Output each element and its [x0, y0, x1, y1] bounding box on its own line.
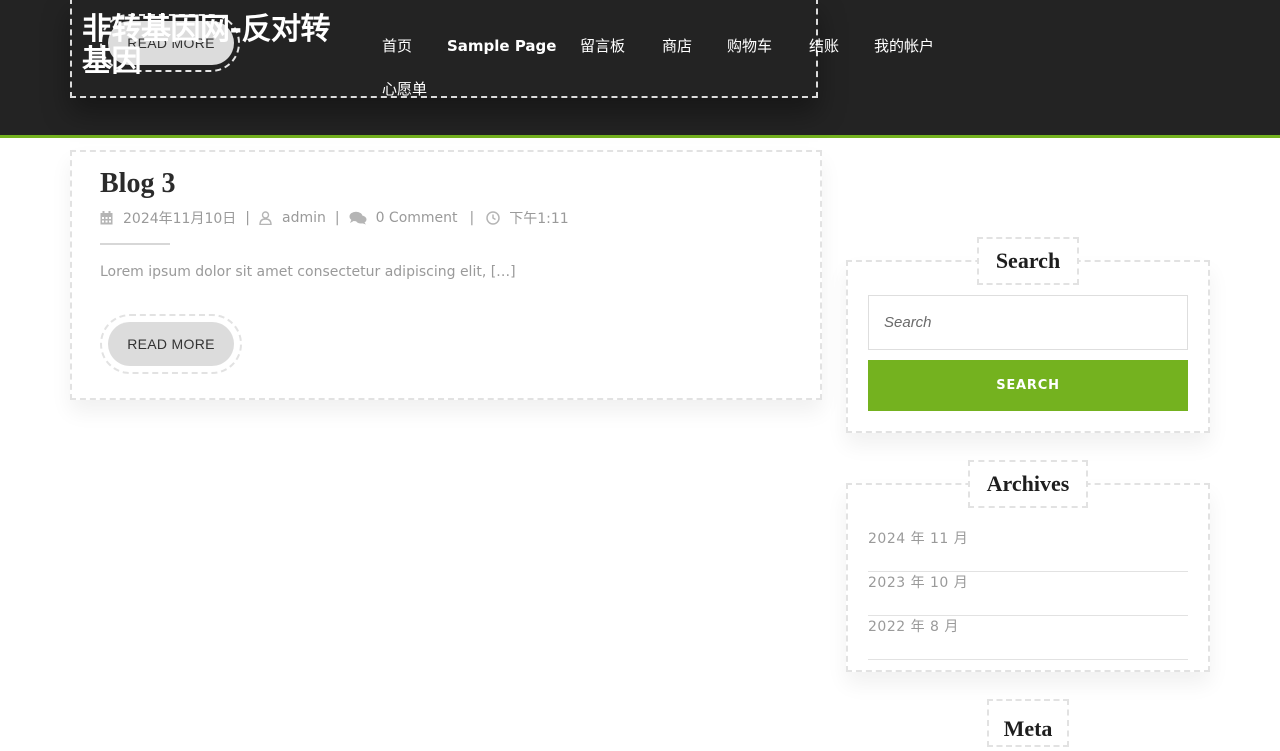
calendar-icon	[100, 211, 114, 225]
read-more-button[interactable]: READ MORE	[108, 322, 234, 366]
post-date[interactable]: 2024年11月10日	[123, 208, 236, 228]
search-widget-title: Search	[977, 237, 1079, 285]
user-icon	[259, 211, 273, 225]
post-author[interactable]: admin	[282, 210, 326, 226]
post-meta: 2024年11月10日 | admin | 0 Comment | 下午1:11	[100, 208, 569, 228]
post-divider	[100, 243, 170, 245]
nav-item-home[interactable]: 首页	[382, 36, 412, 56]
post-comments[interactable]: 0 Comment	[376, 210, 458, 226]
post-title[interactable]: Blog 3	[100, 166, 175, 202]
search-input[interactable]	[868, 295, 1188, 350]
meta-widget-title: Meta	[987, 699, 1069, 747]
meta-separator: |	[245, 210, 250, 226]
read-more-outline: READ MORE	[100, 314, 242, 374]
nav-item-checkout[interactable]: 结账	[809, 36, 839, 56]
search-button[interactable]: SEARCH	[868, 360, 1188, 411]
post-card: Blog 3 2024年11月10日 | admin | 0 Comment |…	[70, 150, 822, 400]
archive-item[interactable]: 2022 年 8 月	[868, 616, 1188, 660]
site-header: READ MORE 非转基因网-反对转基因 首页 Sample Page 留言板…	[0, 0, 1280, 138]
archive-item[interactable]: 2024 年 11 月	[868, 528, 1188, 572]
nav-item-sample-page[interactable]: Sample Page	[447, 36, 556, 56]
post-excerpt: Lorem ipsum dolor sit amet consectetur a…	[100, 264, 516, 280]
nav-item-cart[interactable]: 购物车	[727, 36, 772, 56]
meta-separator: |	[469, 210, 475, 226]
nav-item-my-account[interactable]: 我的帐户	[874, 36, 934, 56]
post-time: 下午1:11	[509, 211, 569, 227]
site-title[interactable]: 非转基因网-反对转基因	[82, 14, 332, 78]
meta-separator: |	[334, 210, 340, 226]
archives-widget-title: Archives	[968, 460, 1088, 508]
nav-item-guestbook[interactable]: 留言板	[580, 36, 625, 56]
clock-icon	[486, 211, 500, 225]
archive-item[interactable]: 2023 年 10 月	[868, 572, 1188, 616]
nav-item-wishlist[interactable]: 心愿单	[382, 79, 427, 99]
nav-item-shop[interactable]: 商店	[662, 36, 692, 56]
comments-icon	[349, 211, 367, 225]
